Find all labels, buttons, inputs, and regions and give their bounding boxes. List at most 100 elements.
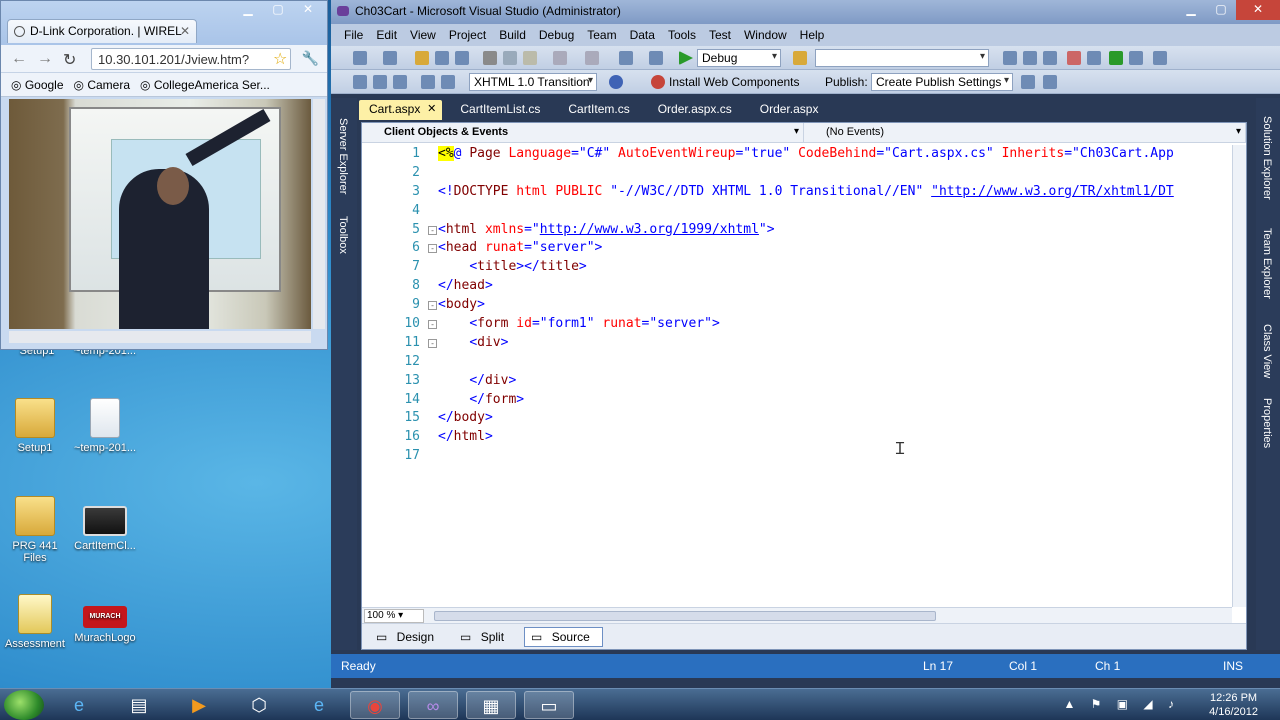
tab-order-aspx-cs[interactable]: Order.aspx.cs [648,100,742,120]
publish-web-icon[interactable] [1021,75,1035,89]
tab-cartitemlist-cs[interactable]: CartItemList.cs [450,100,550,120]
ie-icon[interactable]: e [294,691,344,719]
code-line[interactable]: 1 <%@ Page Language="C#" AutoEventWireup=… [362,145,1232,164]
menu-tools[interactable]: Tools [663,28,704,42]
cut-icon[interactable] [483,51,497,65]
desktop-icon-setup1[interactable]: Setup1 [0,398,70,454]
code-line[interactable]: 3 <!DOCTYPE html PUBLIC "-//W3C//DTD XHTM… [362,183,1232,202]
toolbox-icon[interactable] [1067,51,1081,65]
code-line[interactable]: 14 </form> [362,391,1232,410]
notepad-icon[interactable]: ▦ [466,691,516,719]
collapse-toggle-icon[interactable]: - [428,338,437,348]
solution-explorer-tab[interactable]: Solution Explorer [1261,116,1273,200]
vertical-scrollbar[interactable] [313,99,325,329]
collapse-toggle-icon[interactable]: - [428,225,437,235]
bookmark-camera[interactable]: ◎ Camera [74,78,131,92]
install-components-icon[interactable] [651,75,665,89]
code-line[interactable]: 11- <div> [362,334,1232,353]
zoom-select[interactable]: 100 % ▾ [364,609,424,623]
menu-team[interactable]: Team [582,28,624,42]
start-button[interactable] [4,690,44,720]
tab-cart-aspx[interactable]: Cart.aspx ✕ [359,100,443,120]
browser-tab[interactable]: D-Link Corporation. | WIREL ✕ [7,19,197,43]
menu-data[interactable]: Data [625,28,663,42]
publish-settings-select[interactable]: Create Publish Settings [871,73,1013,91]
minimize-button[interactable]: ▁ [1176,0,1206,20]
horizontal-scrollbar[interactable]: 100 % ▾ [362,607,1232,623]
split-view-button[interactable]: ▭ Split [454,628,516,646]
code-line[interactable]: 13 </div> [362,372,1232,391]
solution-explorer-icon[interactable] [1003,51,1017,65]
desktop-icon-prg441[interactable]: PRG 441 Files [0,496,70,564]
publish-settings-icon[interactable] [1043,75,1057,89]
code-line[interactable]: 8 </head> [362,277,1232,296]
copy-icon[interactable] [503,51,517,65]
menu-project[interactable]: Project [444,28,494,42]
find-in-files-icon[interactable] [793,51,807,65]
outdent-icon[interactable] [393,75,407,89]
client-objects-select[interactable]: Client Objects & Events [362,123,804,143]
minimize-button[interactable]: ▁ [233,1,263,19]
virtualbox-icon[interactable]: ⬡ [234,691,284,719]
system-tray[interactable]: ▲ ⚑ ▣ ◢ ♪ [1063,697,1180,711]
code-line[interactable]: 15 </body> [362,409,1232,428]
desktop-icon-temp[interactable]: ~temp-201... [70,398,140,454]
new-project-icon[interactable] [353,51,367,65]
code-line[interactable]: 4 [362,202,1232,221]
comment-icon[interactable] [421,75,435,89]
save-icon[interactable] [435,51,449,65]
maximize-button[interactable]: ▢ [263,1,293,19]
code-line[interactable]: 12 [362,353,1232,372]
visual-studio-icon[interactable]: ∞ [408,691,458,719]
events-select[interactable]: (No Events) [804,123,1246,143]
menu-edit[interactable]: Edit [371,28,405,42]
back-arrow-icon[interactable]: ← [11,50,27,68]
code-line[interactable]: 6- <head runat="server"> [362,239,1232,258]
desktop-icon-assessment[interactable]: Assessment [0,594,70,650]
save-all-icon[interactable] [455,51,469,65]
design-view-button[interactable]: ▭ Design [370,628,446,646]
close-icon[interactable]: ✕ [180,24,190,38]
tab-cartitem-cs[interactable]: CartItem.cs [558,100,639,120]
undo-icon[interactable] [553,51,567,65]
indent-icon[interactable] [373,75,387,89]
paste-icon[interactable] [523,51,537,65]
window-icon[interactable]: ▭ [524,691,574,719]
properties-tab[interactable]: Properties [1261,398,1273,448]
desktop-icon-cartitem[interactable]: CartItemCl... [70,506,140,552]
format-icon[interactable] [353,75,367,89]
star-icon[interactable]: ☆ [273,49,287,69]
collapse-toggle-icon[interactable]: - [428,320,437,330]
redo-icon[interactable] [585,51,599,65]
menu-help[interactable]: Help [795,28,833,42]
find-combo[interactable] [815,49,989,67]
vertical-scrollbar[interactable] [1232,145,1246,607]
code-line[interactable]: 17 [362,447,1232,466]
server-explorer-tab[interactable]: Server Explorer [337,118,349,194]
wrench-icon[interactable]: 🔧 [302,50,319,67]
validation-icon[interactable] [609,75,623,89]
forward-arrow-icon[interactable]: → [37,50,53,68]
media-player-icon[interactable]: ▶ [174,691,224,719]
navigate-back-icon[interactable] [619,51,633,65]
object-browser-icon[interactable] [1043,51,1057,65]
close-button[interactable]: ✕ [293,1,323,19]
reload-icon[interactable]: ↻ [63,50,76,70]
more-icon[interactable] [1153,51,1167,65]
team-explorer-tab[interactable]: Team Explorer [1261,228,1273,299]
explorer-icon[interactable]: ▤ [114,691,164,719]
maximize-button[interactable]: ▢ [1206,0,1236,20]
properties-icon[interactable] [1023,51,1037,65]
solution-configuration-select[interactable]: Debug [697,49,781,67]
toolbox-tab[interactable]: Toolbox [337,216,349,254]
code-line[interactable]: 9- <body> [362,296,1232,315]
desktop-icon-murachlogo[interactable]: MURACH MurachLogo [70,594,140,644]
code-line[interactable]: 16 </html> [362,428,1232,447]
collapse-toggle-icon[interactable]: - [428,244,437,254]
horizontal-scrollbar[interactable] [9,331,311,343]
code-editor[interactable]: Client Objects & Events (No Events) 1 <%@… [361,122,1247,650]
scroll-thumb[interactable] [434,611,936,621]
bookmark-collegeamerica[interactable]: ◎ CollegeAmerica Ser... [140,78,270,92]
code-line[interactable]: 7 <title></title> [362,258,1232,277]
menu-window[interactable]: Window [739,28,795,42]
